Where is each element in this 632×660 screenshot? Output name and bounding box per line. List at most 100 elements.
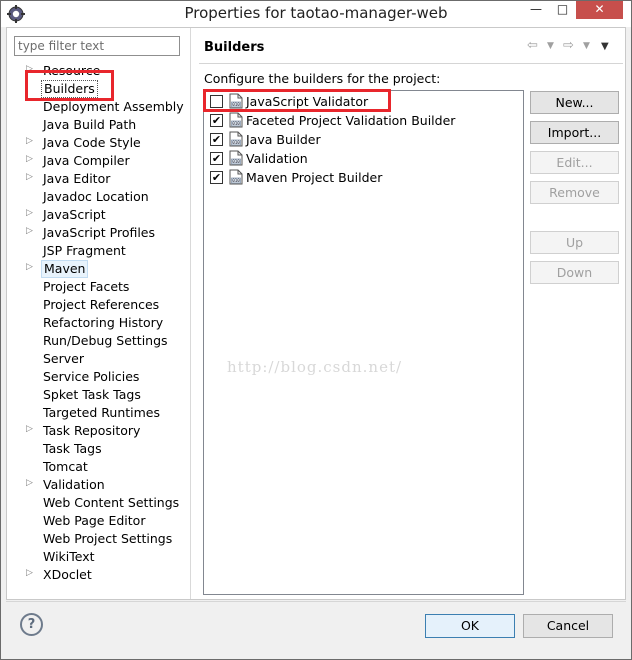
panel-divider[interactable]: [190, 28, 191, 599]
tree-item-label: Deployment Assembly: [43, 99, 184, 114]
tree-item-targeted-runtimes[interactable]: Targeted Runtimes: [12, 404, 188, 422]
tree-item-refactoring-history[interactable]: Refactoring History: [12, 314, 188, 332]
tree-item-label: Targeted Runtimes: [43, 405, 160, 420]
builders-description: Configure the builders for the project:: [204, 71, 441, 86]
tree-item-label: Builders: [41, 80, 98, 98]
tree-item-javascript[interactable]: ▷ JavaScript: [12, 206, 188, 224]
builder-name: Faceted Project Validation Builder: [246, 113, 456, 128]
tree-item-label: Service Policies: [43, 369, 140, 384]
forward-arrow-icon[interactable]: ⇨: [563, 38, 574, 53]
builder-checkbox[interactable]: ✔: [210, 152, 223, 165]
tree-item-label: Javadoc Location: [43, 189, 149, 204]
expand-chevron-icon[interactable]: ▷: [26, 424, 33, 434]
builder-row[interactable]: ✔ 010 Validation: [204, 149, 523, 168]
tree-item-javascript-profiles[interactable]: ▷ JavaScript Profiles: [12, 224, 188, 242]
tree-item-java-compiler[interactable]: ▷ Java Compiler: [12, 152, 188, 170]
tree-item-spket-task-tags[interactable]: Spket Task Tags: [12, 386, 188, 404]
properties-dialog: Properties for taotao-manager-web — □ ✕ …: [0, 0, 632, 660]
tree-item-jsp-fragment[interactable]: JSP Fragment: [12, 242, 188, 260]
tree-item-wikitext[interactable]: WikiText: [12, 548, 188, 566]
builder-checkbox[interactable]: ✔: [210, 171, 223, 184]
watermark-text: http://blog.csdn.net/: [227, 358, 403, 376]
new-button[interactable]: New...: [530, 91, 619, 114]
import-button[interactable]: Import...: [530, 121, 619, 144]
tree-item-task-tags[interactable]: Task Tags: [12, 440, 188, 458]
maximize-button[interactable]: □: [549, 1, 576, 19]
tree-item-server[interactable]: Server: [12, 350, 188, 368]
tree-item-resource[interactable]: ▷ Resource: [12, 62, 188, 80]
tree-item-maven[interactable]: ▷ Maven: [12, 260, 188, 278]
tree-item-label: Run/Debug Settings: [43, 333, 168, 348]
tree-item-java-editor[interactable]: ▷ Java Editor: [12, 170, 188, 188]
tree-item-validation[interactable]: ▷ Validation: [12, 476, 188, 494]
builder-checkbox[interactable]: [210, 95, 223, 108]
dialog-client-area: ▷ResourceBuildersDeployment AssemblyJava…: [6, 27, 626, 600]
tree-item-label: Task Tags: [43, 441, 102, 456]
edit-button[interactable]: Edit...: [530, 151, 619, 174]
up-button[interactable]: Up: [530, 231, 619, 254]
header-separator: [199, 63, 623, 64]
tree-item-project-facets[interactable]: Project Facets: [12, 278, 188, 296]
tree-item-javadoc-location[interactable]: Javadoc Location: [12, 188, 188, 206]
tree-item-task-repository[interactable]: ▷ Task Repository: [12, 422, 188, 440]
tree-item-label: Java Build Path: [43, 117, 137, 132]
builder-row[interactable]: ✔ 010 Maven Project Builder: [204, 168, 523, 187]
tree-item-xdoclet[interactable]: ▷ XDoclet: [12, 566, 188, 584]
down-button[interactable]: Down: [530, 261, 619, 284]
builder-name: Java Builder: [246, 132, 321, 147]
title-bar: Properties for taotao-manager-web — □ ✕: [1, 1, 631, 27]
tree-item-label: Web Content Settings: [43, 495, 180, 510]
page-title: Builders: [204, 40, 265, 55]
expand-chevron-icon[interactable]: ▷: [26, 478, 33, 488]
builder-checkbox[interactable]: ✔: [210, 114, 223, 127]
builder-file-icon: 010: [229, 169, 243, 185]
builder-file-icon: 010: [229, 131, 243, 147]
forward-dropdown-icon[interactable]: ▼: [583, 41, 590, 51]
expand-chevron-icon[interactable]: ▷: [26, 64, 33, 74]
tree-item-web-page-editor[interactable]: Web Page Editor: [12, 512, 188, 530]
tree-item-web-project-settings[interactable]: Web Project Settings: [12, 530, 188, 548]
builder-name: JavaScript Validator: [246, 94, 369, 109]
builder-row[interactable]: ✔ 010 Faceted Project Validation Builder: [204, 111, 523, 130]
tree-item-label: JSP Fragment: [43, 243, 126, 258]
minimize-button[interactable]: —: [523, 1, 549, 19]
tree-item-builders[interactable]: Builders: [12, 80, 188, 98]
builders-list[interactable]: 010 JavaScript Validator ✔ 010 Faceted Proje…: [203, 90, 524, 595]
tree-item-run-debug-settings[interactable]: Run/Debug Settings: [12, 332, 188, 350]
tree-item-label: XDoclet: [43, 567, 92, 582]
back-dropdown-icon[interactable]: ▼: [547, 41, 554, 51]
filter-input[interactable]: [14, 36, 180, 56]
ok-button[interactable]: OK: [425, 614, 515, 638]
builder-file-icon: 010: [229, 112, 243, 128]
tree-item-label: Project References: [43, 297, 160, 312]
builder-row[interactable]: 010 JavaScript Validator: [204, 92, 523, 111]
tree-item-tomcat[interactable]: Tomcat: [12, 458, 188, 476]
property-page-tree: ▷ Resource Builders Deployment Assembly Java…: [12, 62, 190, 598]
help-icon[interactable]: ?: [20, 613, 43, 636]
tree-item-label: Task Repository: [43, 423, 141, 438]
tree-item-label: Java Compiler: [43, 153, 130, 168]
tree-item-service-policies[interactable]: Service Policies: [12, 368, 188, 386]
tree-item-project-references[interactable]: Project References: [12, 296, 188, 314]
expand-chevron-icon[interactable]: ▷: [26, 172, 33, 182]
expand-chevron-icon[interactable]: ▷: [26, 226, 33, 236]
expand-chevron-icon[interactable]: ▷: [26, 208, 33, 218]
tree-item-java-build-path[interactable]: Java Build Path: [12, 116, 188, 134]
remove-button[interactable]: Remove: [530, 181, 619, 204]
builder-row[interactable]: ✔ 010 Java Builder: [204, 130, 523, 149]
expand-chevron-icon[interactable]: ▷: [26, 136, 33, 146]
expand-chevron-icon[interactable]: ▷: [26, 262, 33, 272]
view-menu-icon[interactable]: ▼: [601, 41, 609, 52]
close-button[interactable]: ✕: [576, 1, 623, 19]
tree-item-java-code-style[interactable]: ▷ Java Code Style: [12, 134, 188, 152]
tree-item-label: Refactoring History: [43, 315, 164, 330]
tree-item-deployment-assembly[interactable]: Deployment Assembly: [12, 98, 188, 116]
tree-item-web-content-settings[interactable]: Web Content Settings: [12, 494, 188, 512]
tree-item-label: Java Editor: [43, 171, 111, 186]
cancel-button[interactable]: Cancel: [523, 614, 613, 638]
builder-checkbox[interactable]: ✔: [210, 133, 223, 146]
expand-chevron-icon[interactable]: ▷: [26, 568, 33, 578]
expand-chevron-icon[interactable]: ▷: [26, 154, 33, 164]
back-arrow-icon[interactable]: ⇦: [527, 38, 538, 53]
tree-item-label: Java Code Style: [43, 135, 141, 150]
